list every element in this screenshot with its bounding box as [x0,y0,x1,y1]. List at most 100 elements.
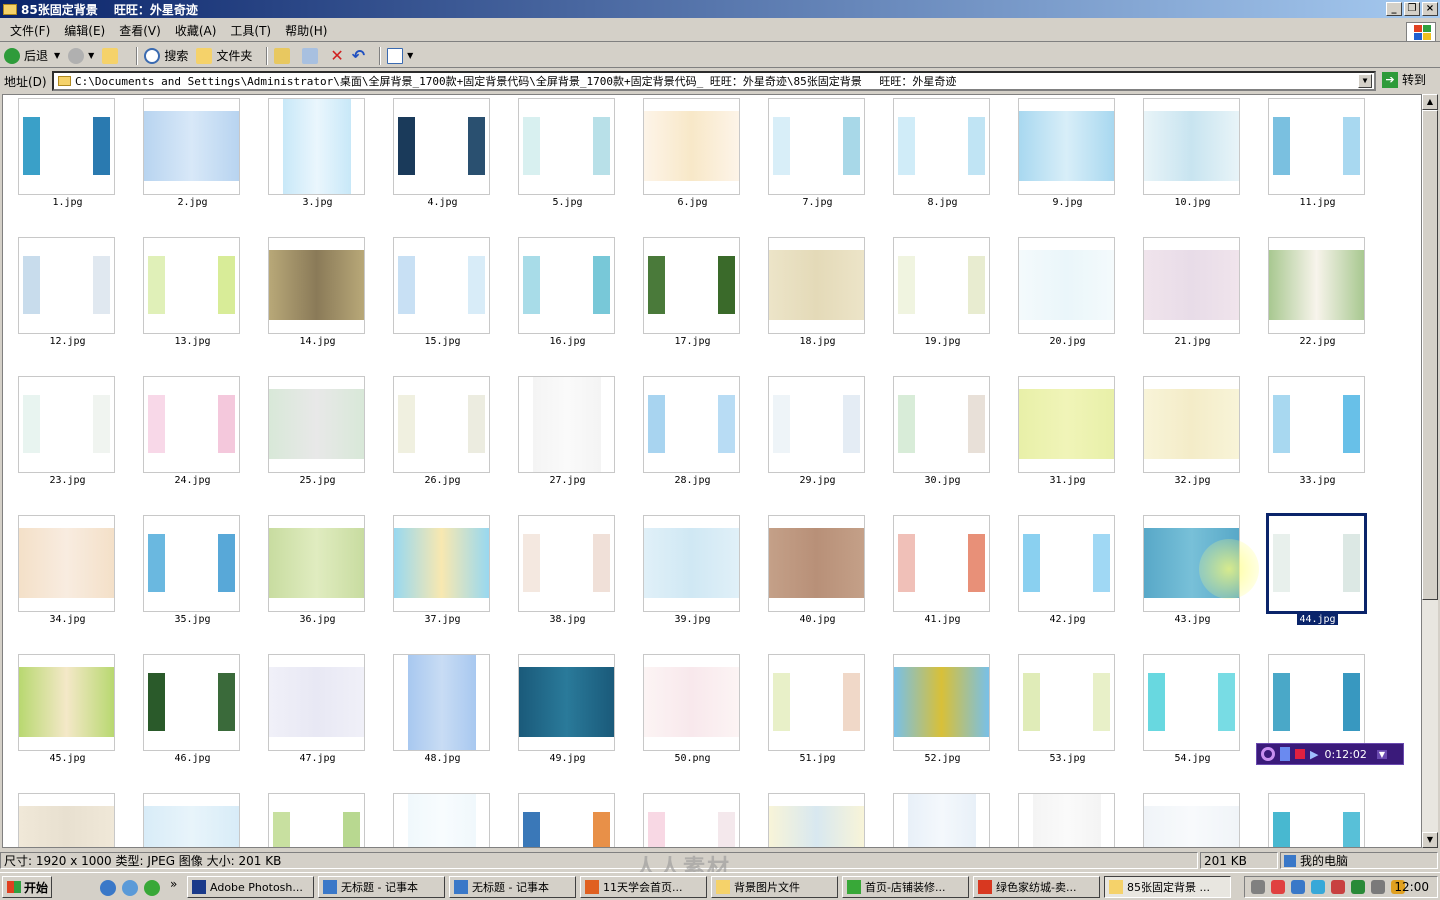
file-thumbnail[interactable] [880,790,1005,847]
tray-app-icon[interactable] [1311,880,1325,894]
tray-app-icon[interactable] [1351,880,1365,894]
file-thumbnail[interactable]: 13.jpg [130,234,255,372]
file-thumbnail[interactable]: 50.png [630,651,755,789]
file-thumbnail[interactable] [255,790,380,847]
file-thumbnail[interactable] [505,790,630,847]
taskbar-button[interactable]: 85张固定背景 ... [1104,876,1231,898]
menu-edit[interactable]: 编辑(E) [58,22,111,39]
file-thumbnail[interactable]: 31.jpg [1005,373,1130,511]
file-thumbnail[interactable] [5,790,130,847]
address-dropdown[interactable]: ▼ [1358,74,1372,88]
back-button[interactable]: 后退 ▼ [4,47,60,64]
file-thumbnail[interactable]: 10.jpg [1130,95,1255,233]
keyboard-icon[interactable] [1251,880,1265,894]
file-thumbnail[interactable] [1255,790,1380,847]
file-thumbnail[interactable]: 1.jpg [5,95,130,233]
restore-button[interactable]: ❐ [1404,2,1420,16]
file-thumbnail[interactable]: 18.jpg [755,234,880,372]
file-thumbnail[interactable] [630,790,755,847]
file-thumbnail[interactable]: 32.jpg [1130,373,1255,511]
file-thumbnail[interactable]: 54.jpg [1130,651,1255,789]
file-thumbnail[interactable] [755,790,880,847]
undo-button[interactable]: ↶ [352,46,365,65]
file-thumbnail[interactable]: 35.jpg [130,512,255,650]
file-thumbnail[interactable]: 8.jpg [880,95,1005,233]
file-thumbnail[interactable]: 2.jpg [130,95,255,233]
file-thumbnail[interactable] [380,790,505,847]
file-thumbnail[interactable]: 36.jpg [255,512,380,650]
start-button[interactable]: 开始 [2,876,52,898]
file-thumbnail[interactable] [1005,790,1130,847]
scroll-down-arrow[interactable]: ▼ [1422,832,1438,848]
file-thumbnail[interactable]: 55.jpg [1255,651,1380,789]
menu-view[interactable]: 查看(V) [113,22,167,39]
up-button[interactable] [102,47,122,64]
file-thumbnail[interactable]: 12.jpg [5,234,130,372]
scroll-thumb[interactable] [1422,110,1438,600]
file-thumbnail[interactable]: 26.jpg [380,373,505,511]
copy-to-button[interactable] [302,47,322,64]
menu-file[interactable]: 文件(F) [4,22,56,39]
file-thumbnail[interactable]: 30.jpg [880,373,1005,511]
chevron-down-icon[interactable]: ▼ [88,51,94,60]
file-thumbnail[interactable] [1130,790,1255,847]
menu-tools[interactable]: 工具(T) [224,22,277,39]
file-thumbnail[interactable]: 25.jpg [255,373,380,511]
network-icon[interactable] [1291,880,1305,894]
file-thumbnail[interactable]: 20.jpg [1005,234,1130,372]
file-thumbnail[interactable]: 48.jpg [380,651,505,789]
chevron-down-icon[interactable]: ▼ [54,51,60,60]
tray-app-icon[interactable] [1331,880,1345,894]
move-to-button[interactable] [274,47,294,64]
file-thumbnail[interactable]: 39.jpg [630,512,755,650]
minimize-button[interactable]: _ [1386,2,1402,16]
taskbar-button[interactable]: 11天学会首页... [580,876,707,898]
clock[interactable]: 12:00 [1394,880,1429,894]
file-thumbnail[interactable]: 21.jpg [1130,234,1255,372]
file-thumbnail[interactable]: 9.jpg [1005,95,1130,233]
taskbar-button[interactable]: 无标题 - 记事本 [318,876,445,898]
file-thumbnail[interactable]: 19.jpg [880,234,1005,372]
file-thumbnail[interactable]: 16.jpg [505,234,630,372]
ie-icon[interactable] [100,880,116,896]
file-thumbnail[interactable]: 29.jpg [755,373,880,511]
file-thumbnail[interactable]: 3.jpg [255,95,380,233]
file-thumbnail[interactable]: 5.jpg [505,95,630,233]
tray-app-icon[interactable] [1271,880,1285,894]
file-thumbnail[interactable]: 53.jpg [1005,651,1130,789]
file-thumbnail[interactable]: 34.jpg [5,512,130,650]
address-field[interactable]: C:\Documents and Settings\Administrator\… [52,71,1376,91]
views-button[interactable]: ▼ [387,47,413,64]
file-thumbnail-view[interactable]: 1.jpg 2.jpg 3.jpg 4.jpg 5.jpg 6.jpg 7.jpg 8.jpg… [2,94,1422,848]
media-recorder-widget[interactable]: ▶ 0:12:02 ▼ [1256,743,1404,765]
file-thumbnail[interactable]: 4.jpg [380,95,505,233]
file-thumbnail[interactable]: 28.jpg [630,373,755,511]
vertical-scrollbar[interactable]: ▲ ▼ [1422,94,1438,848]
stop-icon[interactable] [1295,749,1305,759]
file-thumbnail[interactable]: 44.jpg [1255,512,1380,650]
menu-favorites[interactable]: 收藏(A) [169,22,223,39]
file-thumbnail[interactable]: 6.jpg [630,95,755,233]
forward-button[interactable]: ▼ [68,47,94,64]
file-thumbnail[interactable]: 42.jpg [1005,512,1130,650]
file-thumbnail[interactable]: 46.jpg [130,651,255,789]
folders-button[interactable]: 文件夹 [196,47,252,64]
file-thumbnail[interactable]: 11.jpg [1255,95,1380,233]
title-bar[interactable]: 85张固定背景 旺旺：外星奇迹 _ ❐ × [0,0,1440,18]
file-thumbnail[interactable]: 37.jpg [380,512,505,650]
file-thumbnail[interactable]: 45.jpg [5,651,130,789]
chevron-right-icon[interactable]: » [170,877,177,891]
file-thumbnail[interactable]: 14.jpg [255,234,380,372]
close-button[interactable]: × [1422,2,1438,16]
file-thumbnail[interactable]: 15.jpg [380,234,505,372]
desktop-icon[interactable] [122,880,138,896]
scroll-up-arrow[interactable]: ▲ [1422,94,1438,110]
taskbar-button[interactable]: Adobe Photosh... [187,876,314,898]
go-button[interactable]: ➔ 转到 [1382,71,1426,88]
menu-help[interactable]: 帮助(H) [279,22,333,39]
chevron-down-icon[interactable]: ▼ [1376,749,1388,759]
file-thumbnail[interactable]: 33.jpg [1255,373,1380,511]
file-thumbnail[interactable]: 17.jpg [630,234,755,372]
volume-icon[interactable] [1371,880,1385,894]
taskbar-button[interactable]: 首页-店铺装修... [842,876,969,898]
